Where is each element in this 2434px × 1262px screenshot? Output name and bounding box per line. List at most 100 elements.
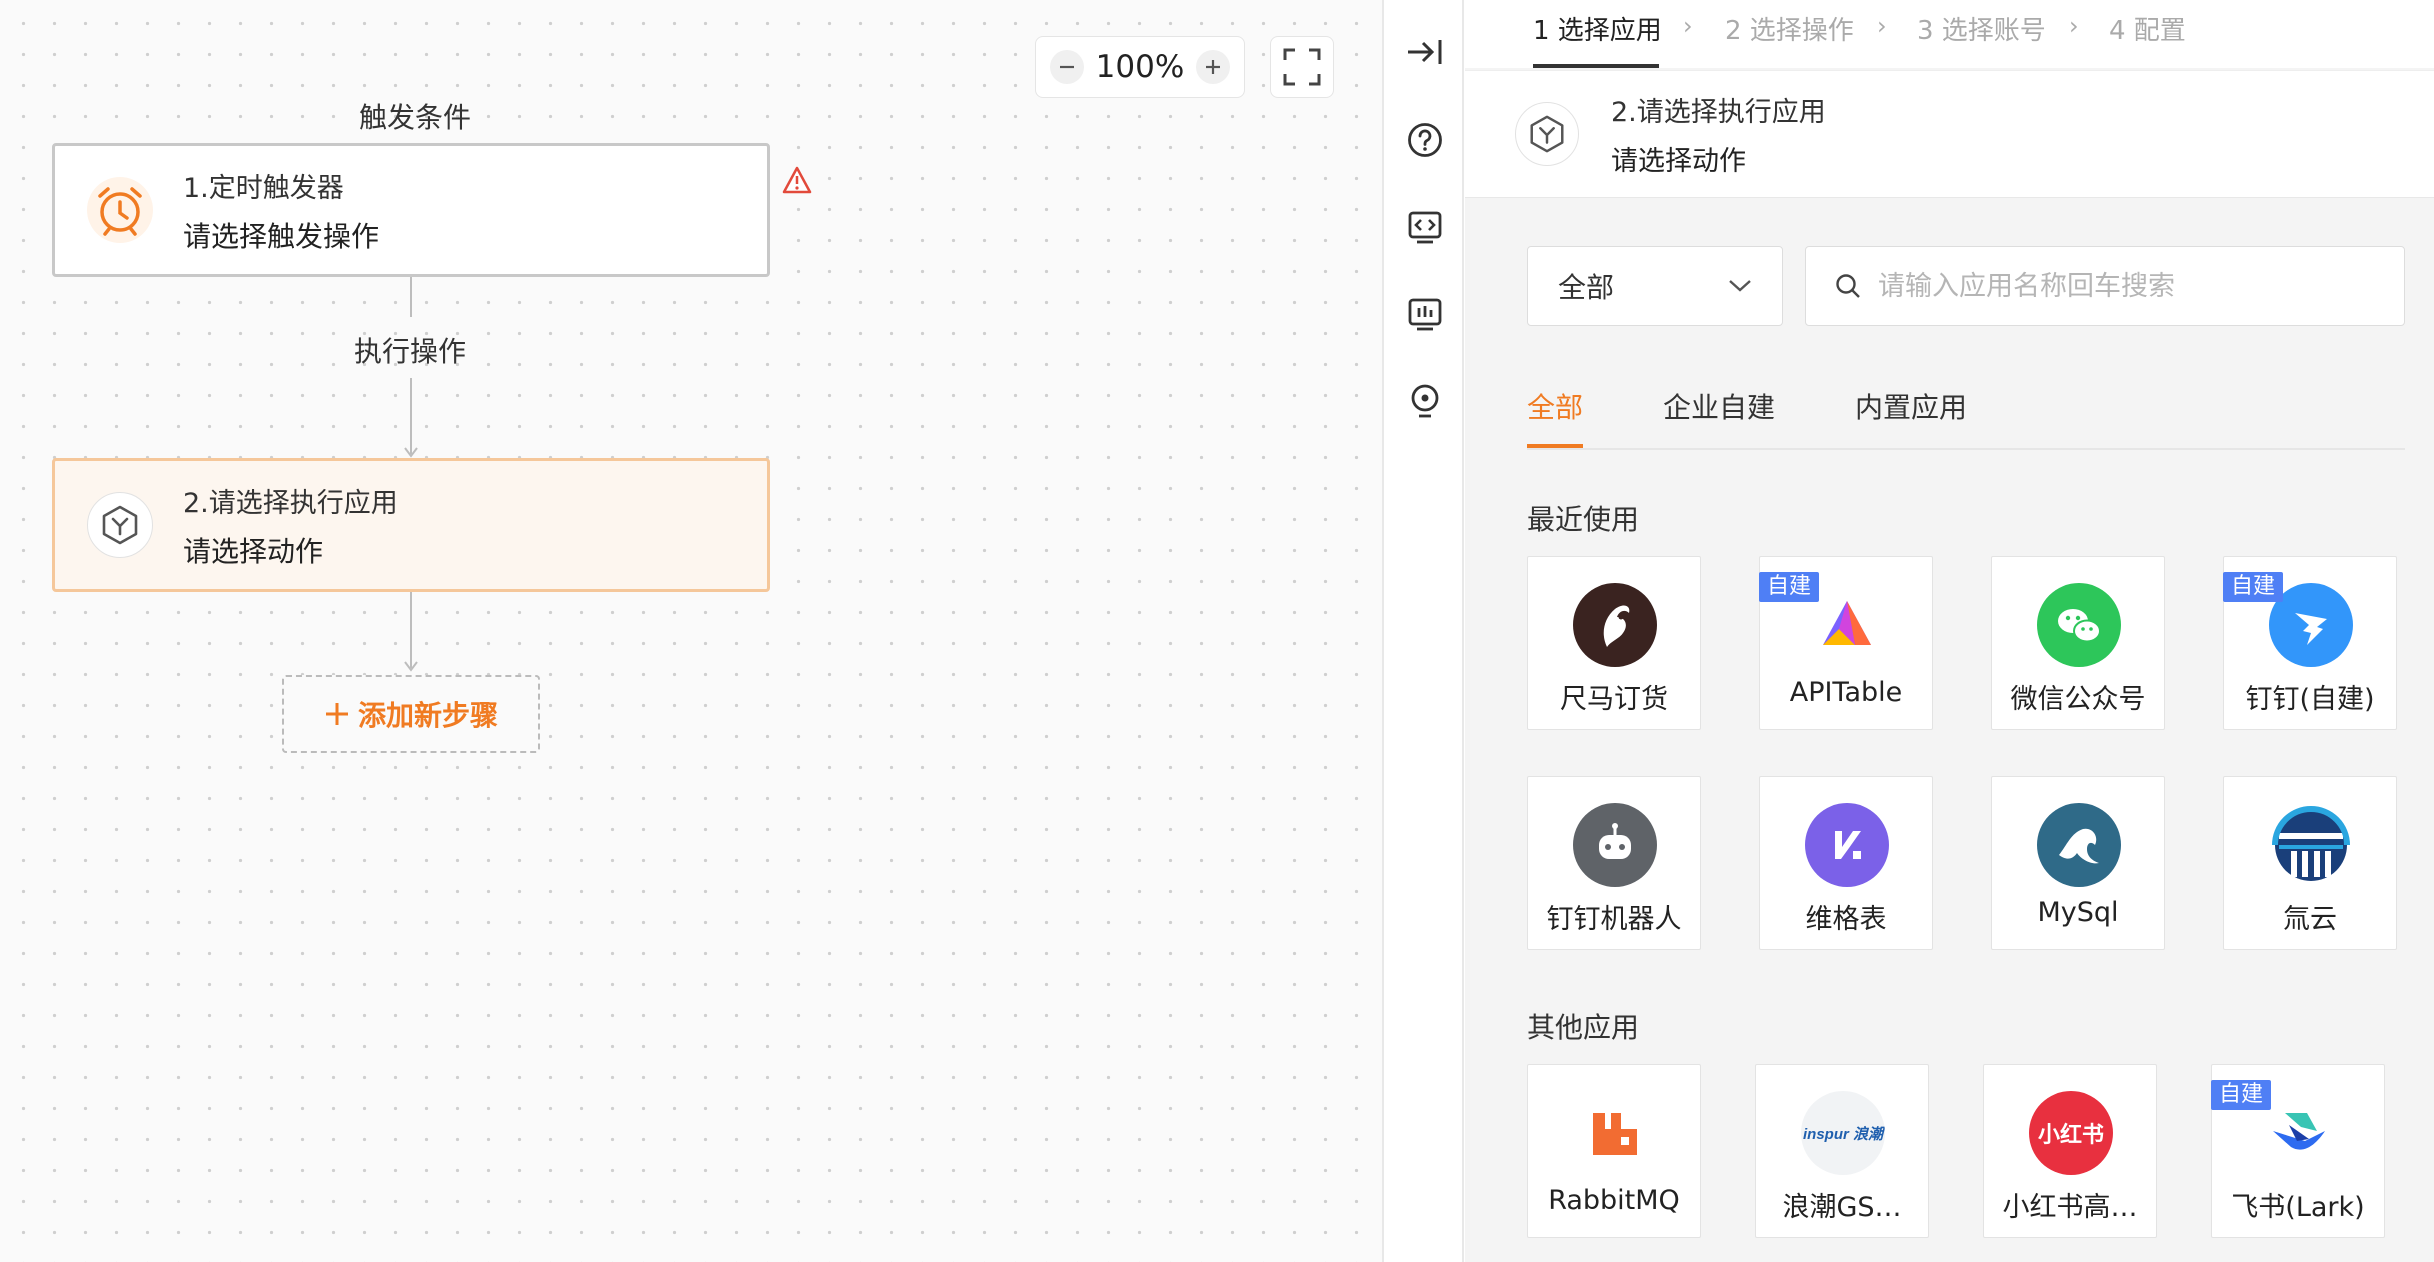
mysql-logo-icon [2037, 803, 2121, 887]
collapse-panel-button[interactable] [1405, 32, 1445, 72]
connector-line [410, 277, 412, 317]
app-name: MySql [2037, 897, 2119, 928]
tips-button[interactable] [1405, 381, 1445, 421]
app-name: 尺马订货 [1560, 684, 1668, 715]
inspur-logo-text: inspur 浪潮 [1802, 1125, 1883, 1143]
selected-step-card: 2.请选择执行应用 请选择动作 [1465, 70, 2434, 198]
app-placeholder-icon [1515, 102, 1579, 166]
app-search [1805, 246, 2405, 326]
self-built-badge: 自建 [2223, 572, 2284, 602]
step-indicator: 1 选择应用 › 2 选择操作 › 3 选择账号 › 4 配置 [1465, 0, 2434, 68]
app-card-wechat-official[interactable]: 微信公众号 [1991, 556, 2165, 730]
plus-icon [325, 703, 348, 725]
app-card-chuanyun[interactable]: 氚云 [2223, 776, 2397, 950]
app-name: 微信公众号 [2010, 684, 2146, 715]
xiaohongshu-logo-icon: 小红书 [2029, 1091, 2113, 1175]
warning-icon[interactable] [782, 166, 812, 198]
action-label: 执行操作 [353, 335, 466, 368]
app-name: 飞书(Lark) [2231, 1192, 2365, 1223]
chevron-down-icon [1729, 280, 1751, 292]
search-icon [1836, 274, 1860, 298]
app-name: 维格表 [1805, 904, 1887, 935]
step-select-app[interactable]: 1 选择应用 [1533, 10, 1662, 47]
step-select-account[interactable]: 3 选择账号 [1917, 10, 2046, 47]
connector-line [410, 592, 412, 668]
app-card-xiaohongshu[interactable]: 小红书 小红书高… [1983, 1064, 2157, 1238]
app-card-apitable[interactable]: 自建 APITable [1759, 556, 1933, 730]
tab-all[interactable]: 全部 [1527, 386, 1584, 448]
vika-logo-icon [1805, 803, 1889, 887]
action-node[interactable]: 2.请选择执行应用 请选择动作 [52, 458, 770, 592]
chevron-right-icon: › [1683, 12, 1693, 40]
code-icon [1408, 211, 1442, 244]
minus-icon [1060, 65, 1074, 69]
horse-logo-icon [1573, 583, 1657, 667]
flow-canvas[interactable]: 100% 触发条件 1.定时触发器 请选择触发操作 执行操作 2.请选择执行应用… [0, 0, 1382, 1262]
search-input[interactable] [1878, 270, 2404, 302]
app-name: 氚云 [2283, 904, 2337, 935]
fullscreen-icon [1283, 48, 1321, 86]
self-built-badge: 自建 [2211, 1080, 2272, 1110]
app-name: APITable [1789, 677, 1903, 708]
alarm-clock-icon [87, 177, 153, 243]
fullscreen-button[interactable] [1270, 36, 1334, 98]
xiaohongshu-logo-text: 小红书 [2037, 1123, 2104, 1148]
add-step-label: 添加新步骤 [357, 699, 498, 732]
plus-icon [1205, 60, 1220, 74]
app-card-dingtalk-robot[interactable]: 钉钉机器人 [1527, 776, 1701, 950]
zoom-in-button[interactable] [1195, 50, 1230, 84]
logs-button[interactable] [1405, 294, 1445, 334]
zoom-out-button[interactable] [1050, 50, 1084, 84]
chuanyun-logo-icon [2269, 803, 2353, 887]
category-select-value: 全部 [1558, 271, 1615, 304]
recent-section-title: 最近使用 [1527, 503, 1640, 536]
tab-enterprise-built[interactable]: 企业自建 [1663, 386, 1775, 444]
wechat-logo-icon [2037, 583, 2121, 667]
lightbulb-icon [1411, 384, 1439, 418]
step-select-action[interactable]: 2 选择操作 [1725, 10, 1854, 47]
step-configure[interactable]: 4 配置 [2109, 10, 2186, 47]
app-name: 钉钉机器人 [1546, 904, 1682, 935]
app-name: 小红书高… [2002, 1192, 2138, 1223]
selected-step-title: 2.请选择执行应用 [1611, 97, 1826, 128]
node-subtitle: 请选择触发操作 [183, 219, 380, 253]
arrow-down-icon [404, 661, 418, 672]
app-placeholder-icon [87, 492, 153, 558]
node-title: 2.请选择执行应用 [183, 487, 398, 519]
zoom-control: 100% [1035, 36, 1245, 98]
zoom-level: 100% [1095, 49, 1185, 85]
trigger-label: 触发条件 [358, 101, 471, 134]
add-step-button[interactable]: 添加新步骤 [282, 675, 540, 753]
app-card-vika[interactable]: 维格表 [1759, 776, 1933, 950]
code-button[interactable] [1405, 207, 1445, 247]
other-section-title: 其他应用 [1527, 1011, 1640, 1044]
app-select-panel: 1 选择应用 › 2 选择操作 › 3 选择账号 › 4 配置 2.请选择执行应… [1465, 0, 2434, 1262]
robot-logo-icon [1573, 803, 1657, 887]
selected-step-subtitle: 请选择动作 [1611, 146, 1746, 177]
app-name: 钉钉(自建) [2245, 684, 2375, 715]
app-card-dingtalk-custom[interactable]: 自建 钉钉(自建) [2223, 556, 2397, 730]
trigger-node[interactable]: 1.定时触发器 请选择触发操作 [52, 143, 770, 277]
inspur-logo-icon: inspur 浪潮 [1801, 1091, 1885, 1175]
node-subtitle: 请选择动作 [183, 534, 324, 568]
chart-icon [1408, 298, 1442, 331]
app-name: 浪潮GS… [1782, 1192, 1902, 1223]
category-select[interactable]: 全部 [1527, 246, 1783, 326]
app-tabs: 全部 企业自建 内置应用 [1527, 380, 2405, 450]
arrow-down-icon [404, 447, 418, 458]
chevron-right-icon: › [1877, 12, 1887, 40]
connector-line [410, 378, 412, 454]
self-built-badge: 自建 [1759, 572, 1820, 602]
node-title: 1.定时触发器 [183, 172, 344, 204]
side-toolbar [1382, 0, 1464, 1262]
app-card-mysql[interactable]: MySql [1991, 776, 2165, 950]
help-button[interactable] [1405, 120, 1445, 160]
app-name: RabbitMQ [1548, 1185, 1680, 1216]
app-card-inspur-gs[interactable]: inspur 浪潮 浪潮GS… [1755, 1064, 1929, 1238]
app-card-chima[interactable]: 尺马订货 [1527, 556, 1701, 730]
tab-builtin-apps[interactable]: 内置应用 [1855, 386, 1967, 444]
question-icon [1408, 123, 1442, 157]
app-card-rabbitmq[interactable]: RabbitMQ [1527, 1064, 1701, 1238]
rabbitmq-logo-icon [1573, 1091, 1657, 1175]
app-card-feishu[interactable]: 自建 飞书(Lark) [2211, 1064, 2385, 1238]
